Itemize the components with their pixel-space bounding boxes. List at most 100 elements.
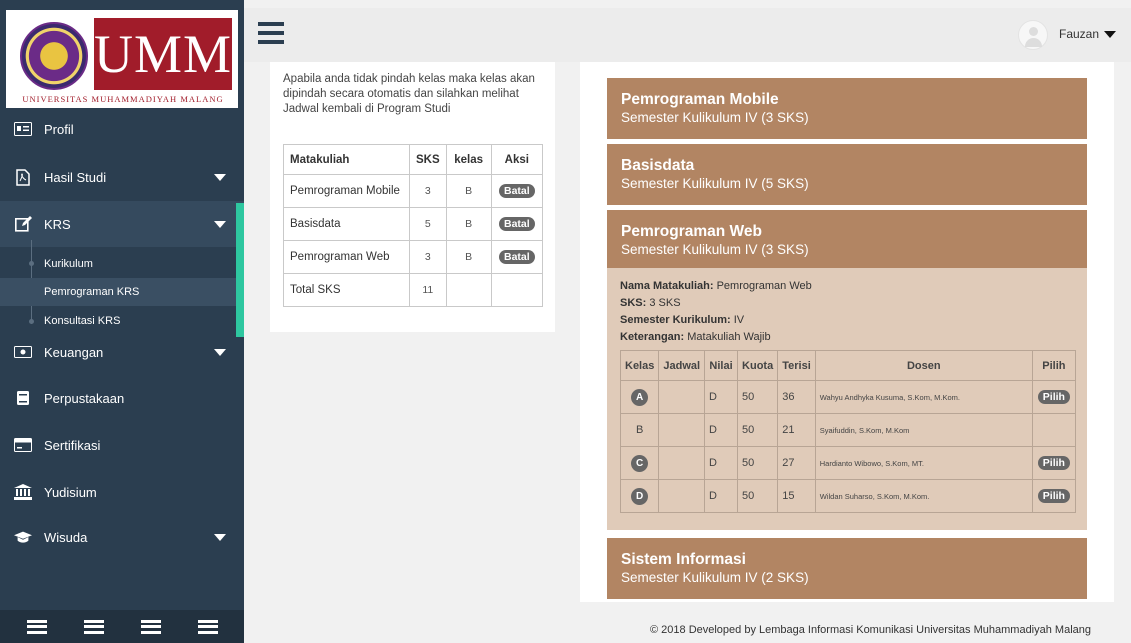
sidebar-item-wisuda[interactable]: Wisuda <box>0 514 244 560</box>
table-row: C D 50 27 Hardianto Wibowo, S.Kom, MT. P… <box>619 446 1077 480</box>
sidebar-item-perpustakaan[interactable]: Perpustakaan <box>0 375 244 421</box>
sidebar-item-profil[interactable]: Profil <box>0 106 244 152</box>
sidebar-item-label: Profil <box>44 121 74 137</box>
chevron-down-icon <box>214 534 226 541</box>
value-keterangan: Matakuliah Wajib <box>687 331 771 343</box>
pilih-button[interactable]: Pilih <box>1037 456 1070 470</box>
course-semester: Semester Kulikulum IV (3 SKS) <box>621 242 809 257</box>
pdf-file-icon <box>14 168 32 186</box>
cell-sks: 5 <box>409 207 447 241</box>
column-header: Nilai <box>704 350 739 381</box>
table-row: A D 50 36 Wahyu Andhyka Kusuma, S.Kom, M… <box>619 380 1077 414</box>
sidebar-item-keuangan[interactable]: Keuangan <box>0 329 244 375</box>
active-indicator <box>236 203 244 337</box>
cell-terisi: 27 <box>777 446 816 480</box>
cell-terisi: 36 <box>777 380 816 414</box>
table-row: Pemrograman Mobile 3 B Batal <box>283 174 544 208</box>
course-title: Pemrograman Web <box>621 223 762 240</box>
table-row: D D 50 15 Wildan Suharso, S.Kom, M.Kom. … <box>619 479 1077 513</box>
sidebar: UMM UNIVERSITAS MUHAMMADIYAH MALANG Prof… <box>0 0 244 643</box>
cell-kuota: 50 <box>737 413 779 447</box>
batal-button[interactable]: Batal <box>498 250 535 264</box>
course-header-sistem-informasi[interactable]: Sistem Informasi Semester Kulikulum IV (… <box>607 538 1087 599</box>
institution-icon <box>14 484 32 500</box>
column-header: Terisi <box>777 350 816 381</box>
sidebar-item-label: Perpustakaan <box>44 390 125 406</box>
menu-icon[interactable] <box>197 619 218 634</box>
notice-text: Apabila anda tidak pindah kelas maka kel… <box>283 73 535 115</box>
cell-kuota: 50 <box>737 446 779 480</box>
table-header-row: Kelas Jadwal Nilai Kuota Terisi Dosen Pi… <box>619 350 1077 381</box>
course-semester: Semester Kulikulum IV (5 SKS) <box>621 176 809 191</box>
cell-kuota: 50 <box>737 479 779 513</box>
submenu-item-kurikulum[interactable]: Kurikulum <box>0 250 236 278</box>
submenu-item-pemrograman-krs[interactable]: Pemrograman KRS <box>0 278 236 306</box>
menu-icon[interactable] <box>83 619 104 634</box>
sidebar-item-yudisium[interactable]: Yudisium <box>0 469 244 515</box>
book-icon <box>14 390 32 406</box>
pilih-button[interactable]: Pilih <box>1037 489 1070 503</box>
cell-dosen: Hardianto Wibowo, S.Kom, MT. <box>814 446 1033 480</box>
logo-text: UMM <box>94 18 232 90</box>
column-header: Kelas <box>619 350 660 381</box>
cell-nilai: D <box>704 446 739 480</box>
chevron-down-icon <box>214 221 226 228</box>
cell-dosen: Wildan Suharso, S.Kom, M.Kom. <box>814 479 1033 513</box>
menu-icon[interactable] <box>140 619 161 634</box>
cell-nilai: D <box>704 413 739 447</box>
course-semester: Semester Kulikulum IV (2 SKS) <box>621 570 809 585</box>
user-avatar[interactable] <box>1018 20 1048 50</box>
sidebar-item-hasil-studi[interactable]: Hasil Studi <box>0 154 244 200</box>
chevron-down-icon <box>214 174 226 181</box>
total-label: Total SKS <box>283 273 410 307</box>
pilih-button[interactable]: Pilih <box>1037 390 1070 404</box>
caret-down-icon[interactable] <box>1104 31 1116 38</box>
hamburger-menu-icon[interactable] <box>258 22 284 44</box>
course-header-pemrograman-mobile[interactable]: Pemrograman Mobile Semester Kulikulum IV… <box>607 78 1087 139</box>
sidebar-item-label: Wisuda <box>44 529 88 545</box>
sidebar-item-krs[interactable]: KRS <box>0 201 244 247</box>
course-title: Basisdata <box>621 157 695 174</box>
menu-icon[interactable] <box>26 619 47 634</box>
cell-kelas: B <box>445 174 492 208</box>
money-icon <box>14 344 32 360</box>
umm-logo[interactable]: UMM UNIVERSITAS MUHAMMADIYAH MALANG <box>6 10 238 108</box>
course-title: Sistem Informasi <box>621 551 746 568</box>
cell-sks: 3 <box>409 240 447 274</box>
sidebar-footer-bar <box>0 610 244 643</box>
top-bar: Fauzan <box>244 8 1131 62</box>
cell-terisi: 21 <box>777 413 816 447</box>
batal-button[interactable]: Batal <box>498 217 535 231</box>
cell-sks: 3 <box>409 174 447 208</box>
cell-matakuliah: Pemrograman Web <box>283 240 410 274</box>
cell-kelas: B <box>445 240 492 274</box>
logo-subtitle: UNIVERSITAS MUHAMMADIYAH MALANG <box>22 94 224 104</box>
course-header-basisdata[interactable]: Basisdata Semester Kulikulum IV (5 SKS) <box>607 144 1087 205</box>
sidebar-item-sertifikasi[interactable]: Sertifikasi <box>0 422 244 468</box>
label-sks: SKS: <box>620 297 647 309</box>
label-keterangan: Keterangan: <box>620 331 685 343</box>
course-title: Pemrograman Mobile <box>621 91 779 108</box>
course-header-pemrograman-web[interactable]: Pemrograman Web Semester Kulikulum IV (3… <box>607 210 1087 271</box>
cell-dosen: Wahyu Andhyka Kusuma, S.Kom, M.Kom. <box>814 380 1033 414</box>
cell-dosen: Syaifuddin, S.Kom, M.Kom <box>814 413 1033 447</box>
label-nama: Nama Matakuliah: <box>620 280 714 292</box>
cell-jadwal <box>658 479 706 513</box>
column-header: Pilih <box>1031 350 1077 381</box>
batal-button[interactable]: Batal <box>498 184 535 198</box>
table-row: Pemrograman Web 3 B Batal <box>283 240 544 274</box>
user-name[interactable]: Fauzan <box>1059 27 1099 41</box>
krs-summary-card: Apabila anda tidak pindah kelas maka kel… <box>270 62 555 332</box>
value-semester: IV <box>733 314 745 326</box>
certificate-icon <box>14 437 32 453</box>
kelas-badge: C <box>631 454 649 472</box>
cell-nilai: D <box>704 380 739 414</box>
cell-jadwal <box>658 446 706 480</box>
sidebar-item-label: KRS <box>44 216 71 232</box>
sidebar-item-label: Keuangan <box>44 344 104 360</box>
column-header: Dosen <box>814 350 1033 381</box>
cell-matakuliah: Basisdata <box>283 207 410 241</box>
sidebar-item-label: Hasil Studi <box>44 169 107 185</box>
cell-pilih-empty <box>1031 413 1077 447</box>
total-value: 11 <box>409 273 447 307</box>
